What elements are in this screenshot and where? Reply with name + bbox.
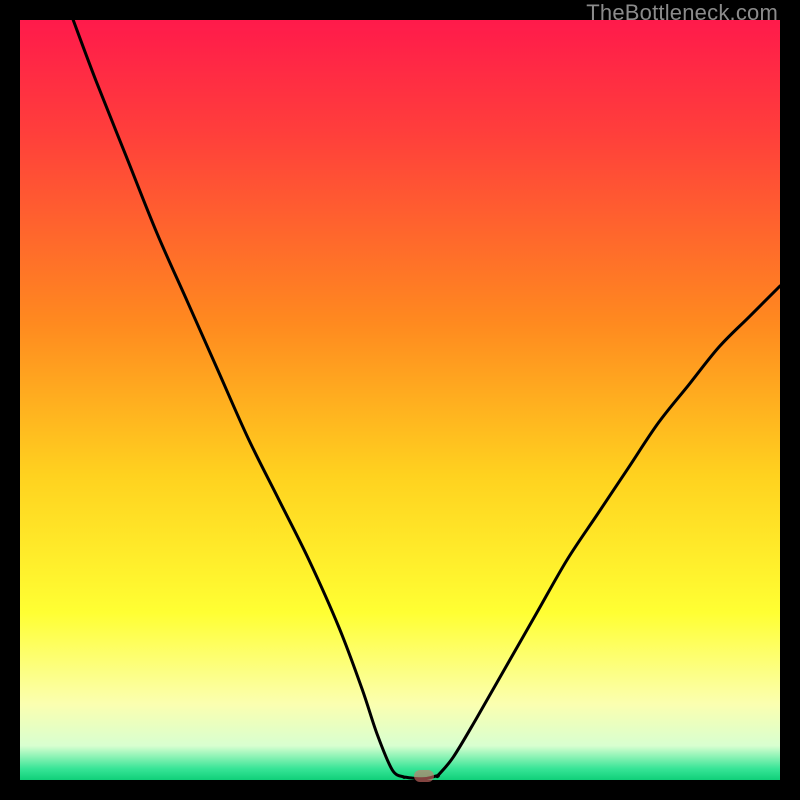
optimal-point-marker	[414, 770, 434, 782]
bottleneck-chart	[20, 20, 780, 780]
chart-background	[20, 20, 780, 780]
watermark-text: TheBottleneck.com	[586, 0, 778, 26]
chart-frame	[20, 20, 780, 780]
